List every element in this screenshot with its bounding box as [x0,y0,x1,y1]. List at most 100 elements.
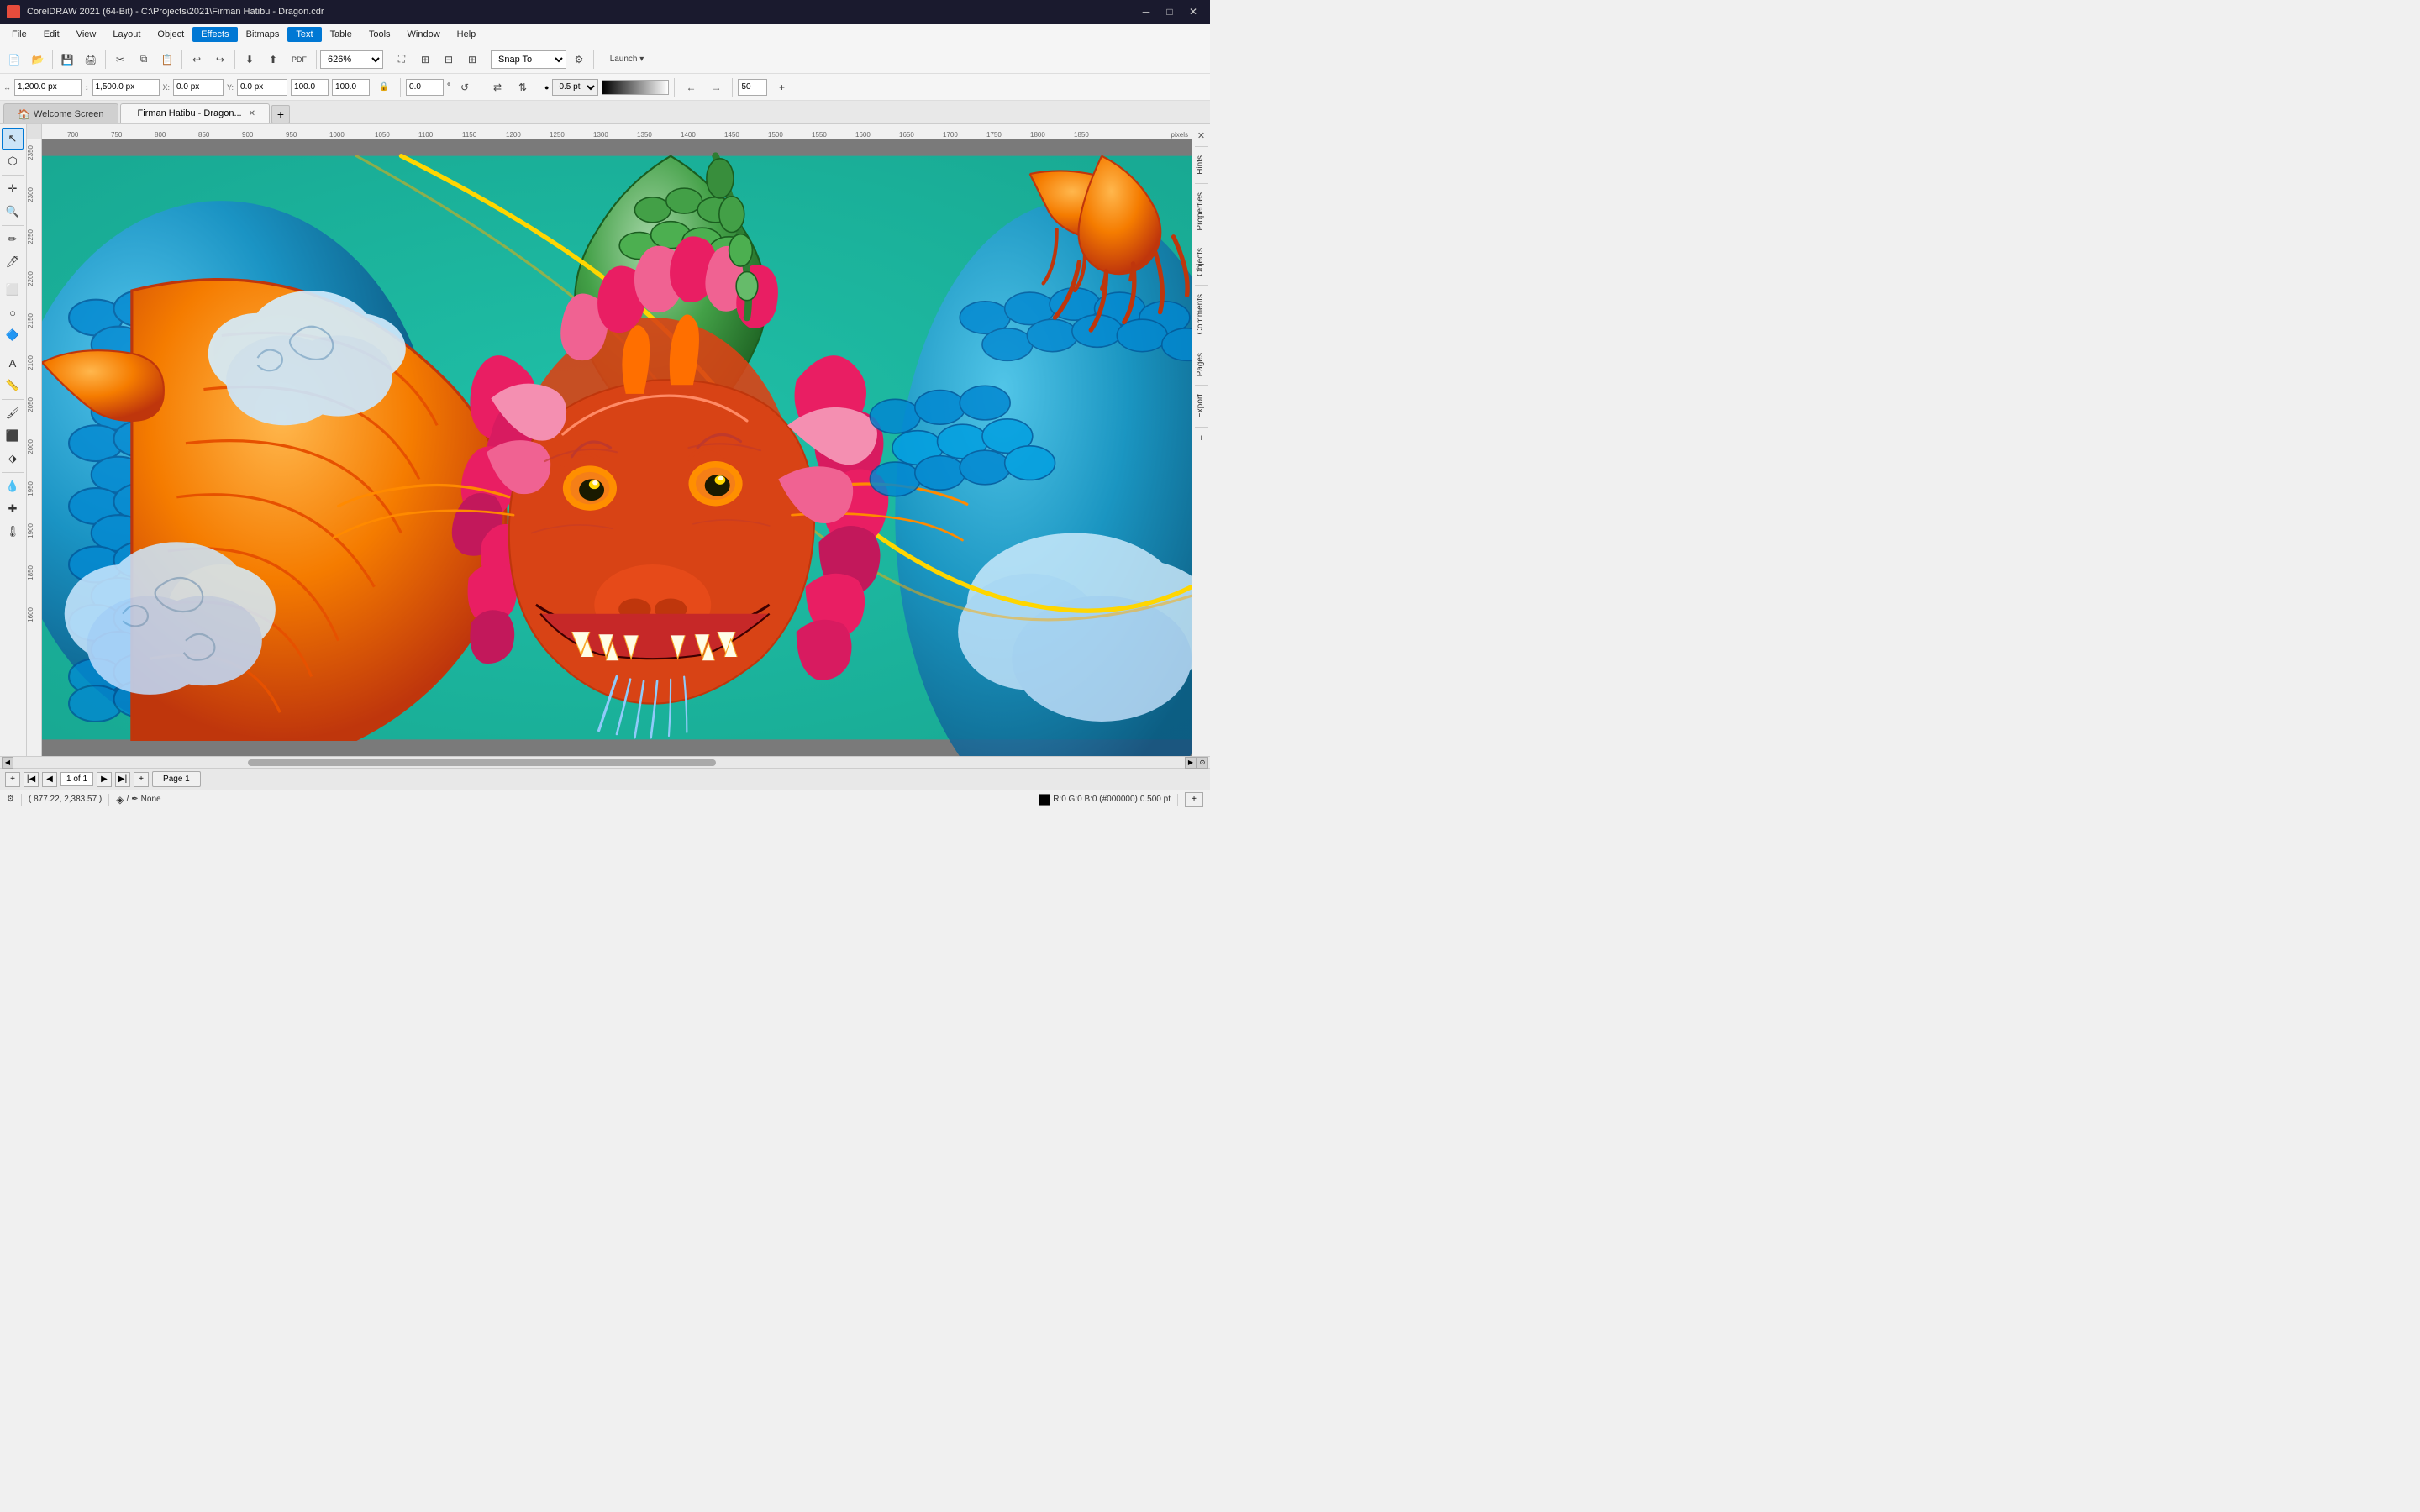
width-input[interactable] [14,79,82,96]
pages-tab[interactable]: Pages [1194,348,1208,381]
paste-button[interactable]: 📋 [156,49,178,71]
open-button[interactable]: 📂 [27,49,49,71]
add-tab-button[interactable]: + [271,105,290,123]
menu-edit[interactable]: Edit [35,27,68,42]
blend-tool[interactable]: ⬗ [2,448,24,470]
objects-tab[interactable]: Objects [1194,243,1208,281]
menu-effects[interactable]: Effects [192,27,237,42]
page-add-button[interactable]: + [5,772,20,787]
page-first-button[interactable]: |◀ [24,772,39,787]
undo-button[interactable]: ↩ [186,49,208,71]
start-arrow-button[interactable]: ← [680,76,702,98]
menu-table[interactable]: Table [322,27,360,42]
end-arrow-button[interactable]: → [705,76,727,98]
shadow-tool[interactable]: 🌡 [2,521,24,543]
export-button[interactable]: ⬆ [262,49,284,71]
cut-button[interactable]: ✂ [109,49,131,71]
view-option-button[interactable]: ⊞ [461,49,483,71]
export-tab[interactable]: Export [1194,389,1208,423]
h-scrollbar[interactable]: ◀ ▶ ⊙ [0,756,1210,768]
close-tab-icon[interactable]: ✕ [249,109,255,118]
minimize-button[interactable]: ─ [1136,3,1156,20]
menu-view[interactable]: View [68,27,105,42]
properties-tab[interactable]: Properties [1194,187,1208,236]
polygon-tool[interactable]: 🔷 [2,324,24,346]
fill-tool[interactable]: ⬛ [2,425,24,447]
page-prev-button[interactable]: ◀ [42,772,57,787]
hints-tab[interactable]: Hints [1194,150,1208,180]
full-screen-button[interactable]: ⛶ [391,49,413,71]
y-input[interactable] [237,79,287,96]
tab-welcome-label: Welcome Screen [34,109,104,119]
view-grid-button[interactable]: ⊟ [438,49,460,71]
interactive-tool[interactable]: ✚ [2,498,24,520]
lock-ratio-button[interactable]: 🔒 [373,76,395,98]
x-input[interactable] [173,79,224,96]
prop-icon-y: ↕ [85,83,89,92]
angle-input[interactable] [406,79,444,96]
snap-to-dropdown[interactable]: Snap To [491,50,566,69]
new-button[interactable]: 📄 [3,49,25,71]
eyedropper-tool[interactable]: 💧 [2,475,24,497]
rectangle-tool[interactable]: ⬜ [2,279,24,301]
page-add2-button[interactable]: + [134,772,149,787]
close-button[interactable]: ✕ [1183,3,1203,20]
height-input[interactable] [92,79,160,96]
tab-dragon[interactable]: Firman Hatibu - Dragon... ✕ [120,103,271,123]
right-panel-close[interactable]: ✕ [1194,128,1209,143]
canvas-viewport[interactable] [42,139,1192,756]
scroll-right-button[interactable]: ▶ [1185,757,1197,769]
transform-tool[interactable]: ✛ [2,178,24,200]
settings-icon[interactable]: ⚙ [7,795,14,804]
stroke-color-bar[interactable] [602,80,669,95]
view-mode-button[interactable]: ⊞ [414,49,436,71]
tab-welcome[interactable]: 🏠 Welcome Screen [3,103,118,123]
paint-tool[interactable]: 🖌 [2,402,24,424]
shape-tool[interactable]: ⬡ [2,150,24,172]
scroll-left-button[interactable]: ◀ [2,757,13,769]
copy-button[interactable]: ⧉ [133,49,155,71]
menu-file[interactable]: File [3,27,35,42]
stroke-width-select[interactable]: 0.5 pt [552,79,598,96]
menu-help[interactable]: Help [449,27,485,42]
w-percent-input[interactable] [291,79,329,96]
maximize-button[interactable]: □ [1160,3,1180,20]
zoom-fit-button[interactable]: ⊙ [1197,757,1208,769]
select-tool[interactable]: ↖ [2,128,24,150]
comments-tab[interactable]: Comments [1194,289,1208,339]
launch-button[interactable]: Launch ▾ [597,49,656,71]
more-options-button[interactable]: + [771,76,792,98]
rotate-ccw-button[interactable]: ↺ [454,76,476,98]
menu-tools[interactable]: Tools [360,27,399,42]
menu-text[interactable]: Text [287,27,321,42]
right-panel-add[interactable]: + [1194,431,1209,446]
snap-settings-button[interactable]: ⚙ [568,49,590,71]
h-scroll-thumb[interactable] [248,759,717,766]
mirror-h-button[interactable]: ⇄ [487,76,508,98]
text-tool[interactable]: A [2,352,24,374]
mirror-v-button[interactable]: ⇅ [512,76,534,98]
menu-layout[interactable]: Layout [104,27,149,42]
menu-bitmaps[interactable]: Bitmaps [238,27,288,42]
page-last-button[interactable]: ▶| [115,772,130,787]
page-name[interactable]: Page 1 [152,771,201,787]
menu-object[interactable]: Object [149,27,192,42]
zoom-dropdown[interactable]: 626% 400% 200% 100% 50% [320,50,383,69]
opacity-input[interactable] [738,79,767,96]
menu-window[interactable]: Window [399,27,449,42]
pen-tool[interactable]: 🖊 [2,251,24,273]
h-percent-input[interactable] [332,79,370,96]
page-next-button[interactable]: ▶ [97,772,112,787]
zoom-tool[interactable]: 🔍 [2,201,24,223]
ruler-h-content: 700 750 800 850 900 950 1000 1050 1100 1… [42,124,45,139]
print-button[interactable]: 🖨 [80,49,102,71]
zoom-in-status-button[interactable]: + [1185,792,1203,807]
measure-tool[interactable]: 📏 [2,375,24,396]
save-button[interactable]: 💾 [56,49,78,71]
import-button[interactable]: ⬇ [239,49,260,71]
export-pdf-button[interactable]: PDF [286,49,313,71]
canvas-area[interactable]: 700 750 800 850 900 950 1000 1050 1100 1… [27,124,1192,756]
redo-button[interactable]: ↪ [209,49,231,71]
freehand-tool[interactable]: ✏ [2,228,24,250]
ellipse-tool[interactable]: ○ [2,302,24,323]
